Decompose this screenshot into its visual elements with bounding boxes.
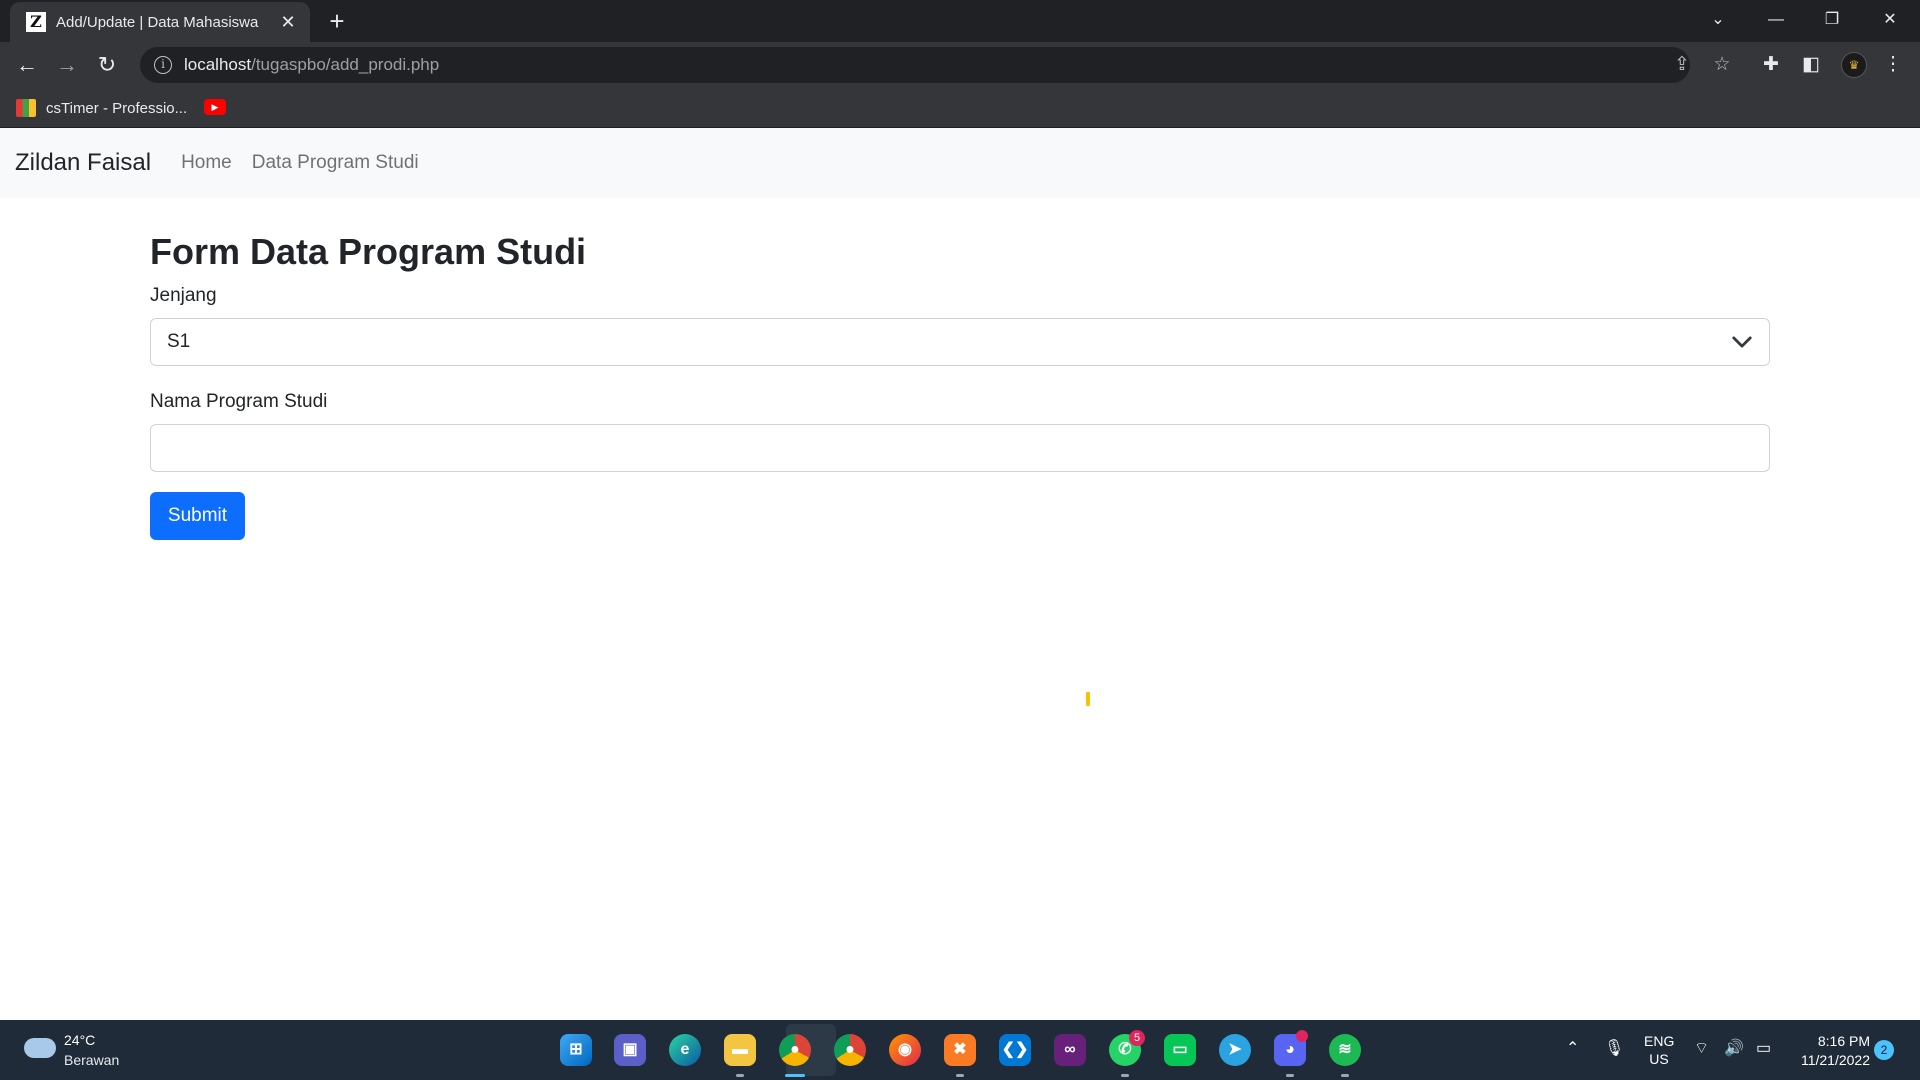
- nav-link-data-program-studi[interactable]: Data Program Studi: [252, 152, 419, 174]
- tab-favicon-icon: Z: [26, 12, 46, 32]
- jenjang-selected-value: S1: [167, 331, 191, 352]
- windows-taskbar: 24°C Berawan ⊞ ▣ e ▬ ● ● ◉ ✖ ❮❯ ∞ ✆ 5 ▭ …: [0, 1020, 1920, 1080]
- forward-icon[interactable]: →: [52, 50, 82, 80]
- page-title: Form Data Program Studi: [150, 231, 587, 272]
- cstimer-favicon-icon: [16, 99, 36, 117]
- volume-icon[interactable]: 🔊: [1724, 1038, 1744, 1058]
- tab-close-icon[interactable]: ✕: [278, 12, 298, 33]
- xampp-running-indicator: [956, 1074, 964, 1077]
- bookmark-label: csTimer - Professio...: [46, 99, 188, 117]
- chevron-down-icon: [1732, 336, 1752, 348]
- back-icon[interactable]: ←: [12, 50, 42, 80]
- wifi-icon[interactable]: ⌔: [1694, 1038, 1709, 1058]
- start-windows-icon[interactable]: ⊞: [560, 1034, 592, 1066]
- clock-date: 11/21/2022: [1800, 1052, 1870, 1068]
- cloud-icon[interactable]: [24, 1038, 56, 1058]
- teams-chat-icon[interactable]: ▣: [614, 1034, 646, 1066]
- nama-program-studi-input[interactable]: [150, 424, 1770, 472]
- vscode-icon[interactable]: ❮❯: [999, 1034, 1031, 1066]
- address-bar[interactable]: i localhost/tugaspbo/add_prodi.php ⇪ ☆: [140, 47, 1731, 83]
- clock-time: 8:16 PM: [1817, 1033, 1870, 1049]
- url-path: /tugaspbo/add_prodi.php: [251, 55, 440, 74]
- side-panel-icon[interactable]: ◧: [1796, 50, 1826, 80]
- microphone-icon[interactable]: 🎙: [1604, 1038, 1624, 1058]
- chrome-active-indicator: [785, 1074, 805, 1077]
- bookmarks-bar: csTimer - Professio... ▶: [0, 88, 1920, 128]
- whatsapp-badge: 5: [1129, 1030, 1145, 1046]
- xampp-icon[interactable]: ✖: [944, 1034, 976, 1066]
- tab-search-chevron-icon[interactable]: ⌄: [1696, 4, 1740, 36]
- spotify-icon[interactable]: ≋: [1329, 1034, 1361, 1066]
- input-language[interactable]: ENG US: [1644, 1032, 1674, 1068]
- site-navbar: Zildan Faisal Home Data Program Studi: [0, 128, 1920, 198]
- youtube-bookmark-icon[interactable]: ▶: [204, 99, 226, 115]
- chrome-icon[interactable]: ●: [779, 1034, 811, 1066]
- line-icon[interactable]: ▭: [1164, 1034, 1196, 1066]
- jenjang-label: Jenjang: [150, 285, 217, 306]
- submit-button[interactable]: Submit: [150, 492, 245, 540]
- lang-line-2: US: [1649, 1051, 1669, 1067]
- profile-avatar[interactable]: ♛: [1841, 52, 1867, 78]
- reload-icon[interactable]: ↻: [92, 50, 122, 80]
- explorer-running-indicator: [736, 1074, 744, 1077]
- discord-notification-dot: [1296, 1030, 1308, 1042]
- chrome-menu-icon[interactable]: ⋮: [1878, 50, 1908, 80]
- firefox-icon[interactable]: ◉: [889, 1034, 921, 1066]
- nav-link-home[interactable]: Home: [181, 152, 232, 174]
- file-explorer-icon[interactable]: ▬: [724, 1034, 756, 1066]
- tab-title: Add/Update | Data Mahasiswa: [56, 13, 259, 31]
- form-container: Form Data Program Studi Jenjang S1 Nama …: [150, 198, 1770, 540]
- url-host: localhost: [184, 55, 252, 74]
- taskbar-clock[interactable]: 8:16 PM 11/21/2022: [1790, 1032, 1870, 1070]
- nama-program-studi-label: Nama Program Studi: [150, 391, 328, 412]
- new-tab-icon[interactable]: +: [322, 6, 352, 36]
- minimize-icon[interactable]: —: [1754, 4, 1798, 36]
- discord-running-indicator: [1286, 1074, 1294, 1077]
- notification-count-badge[interactable]: 2: [1874, 1040, 1894, 1060]
- lang-line-1: ENG: [1644, 1033, 1675, 1049]
- visual-studio-icon[interactable]: ∞: [1054, 1034, 1086, 1066]
- whatsapp-running-indicator: [1121, 1074, 1129, 1077]
- battery-icon[interactable]: ▭: [1756, 1038, 1771, 1058]
- browser-tab-strip: Z Add/Update | Data Mahasiswa ✕ + ⌄ — ❐ …: [0, 0, 1920, 42]
- share-icon[interactable]: ⇪: [1667, 47, 1697, 83]
- restore-icon[interactable]: ❐: [1810, 4, 1854, 36]
- browser-toolbar: ← → ↻ i localhost/tugaspbo/add_prodi.php…: [0, 42, 1920, 88]
- site-info-icon[interactable]: i: [154, 56, 172, 74]
- close-window-icon[interactable]: ✕: [1868, 4, 1912, 36]
- text-cursor-icon: [1086, 692, 1090, 706]
- bookmark-star-icon[interactable]: ☆: [1707, 47, 1737, 83]
- weather-description[interactable]: Berawan: [64, 1052, 119, 1068]
- chrome-alt-icon[interactable]: ●: [834, 1034, 866, 1066]
- extensions-icon[interactable]: ✚: [1756, 50, 1786, 80]
- telegram-icon[interactable]: ➤: [1219, 1034, 1251, 1066]
- tray-chevron-up-icon[interactable]: ⌃: [1566, 1038, 1579, 1058]
- jenjang-select[interactable]: S1: [150, 318, 1770, 366]
- bookmark-cstimer[interactable]: csTimer - Professio...: [16, 96, 187, 120]
- edge-icon[interactable]: e: [669, 1034, 701, 1066]
- spotify-running-indicator: [1341, 1074, 1349, 1077]
- weather-temperature[interactable]: 24°C: [64, 1032, 95, 1048]
- navbar-brand[interactable]: Zildan Faisal: [15, 149, 151, 177]
- browser-tab-active[interactable]: Z Add/Update | Data Mahasiswa ✕: [10, 2, 310, 42]
